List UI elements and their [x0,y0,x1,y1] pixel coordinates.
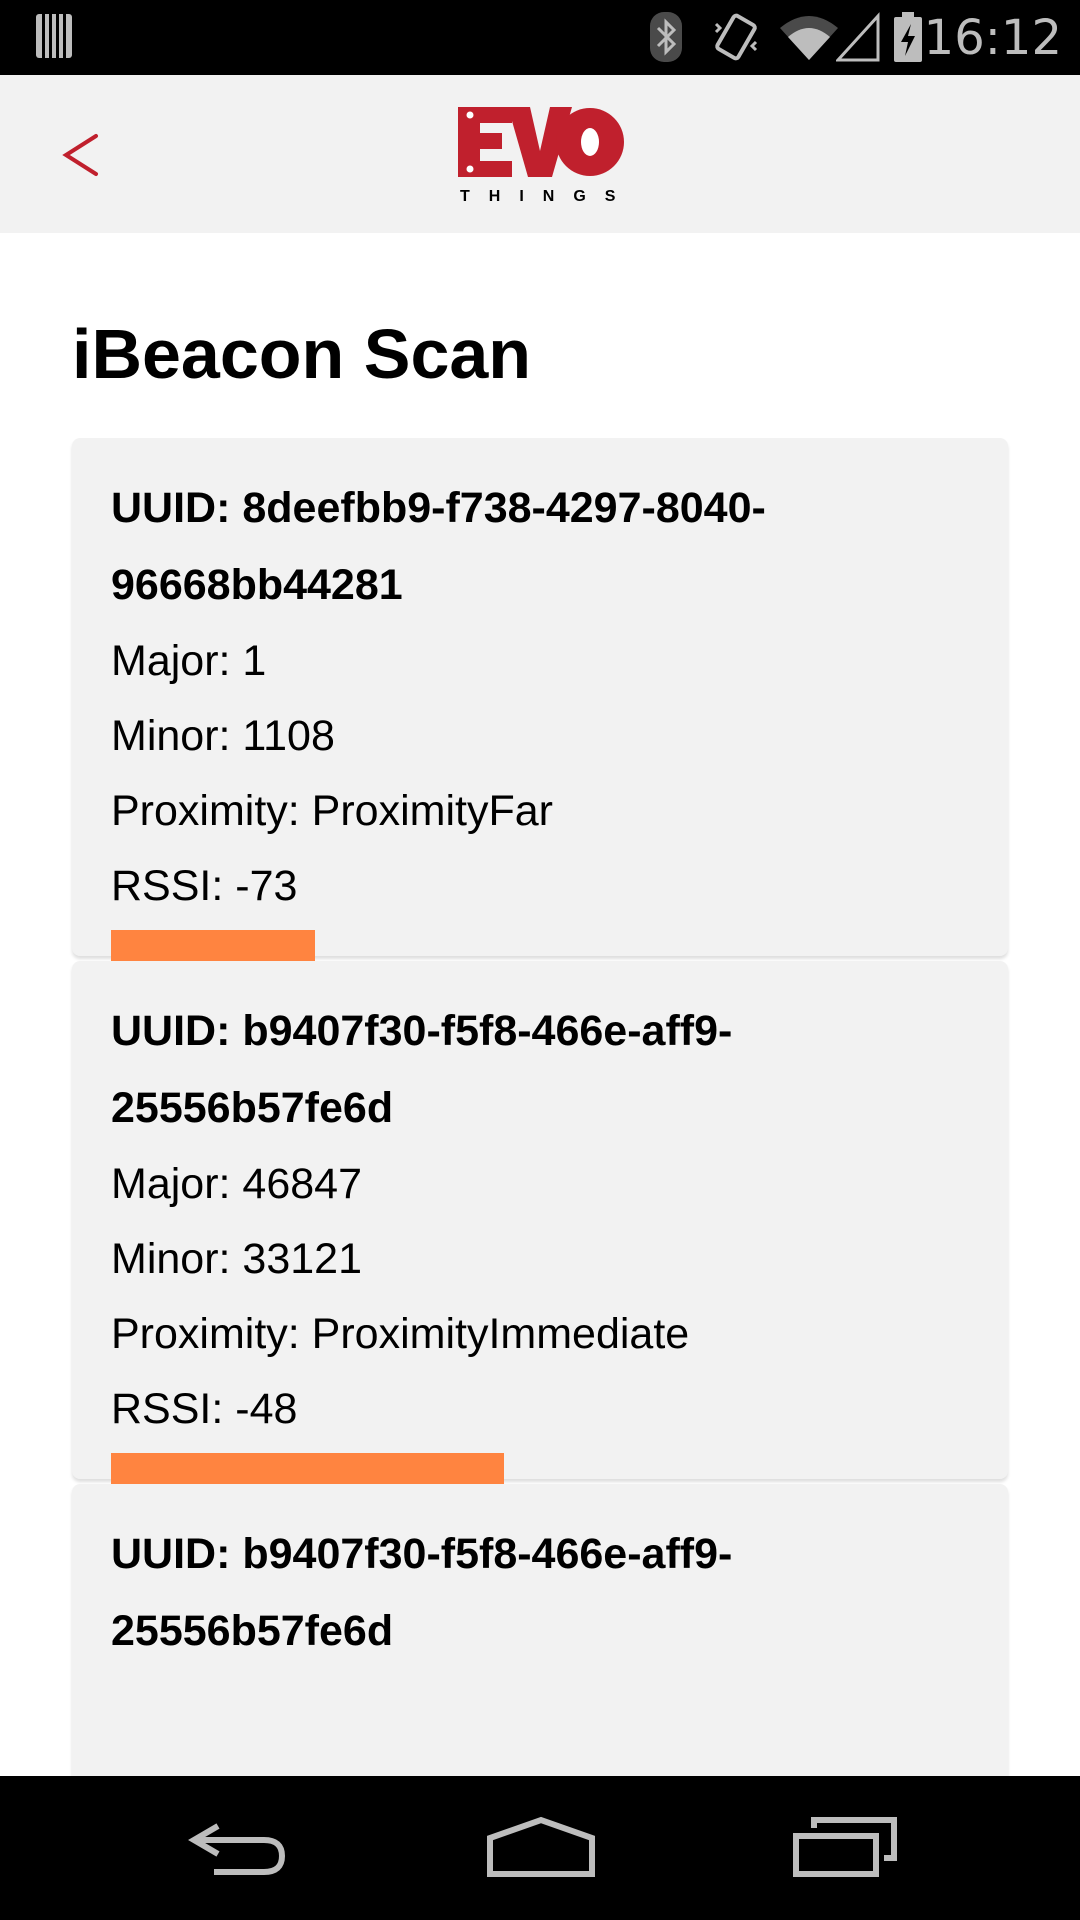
cell-signal-icon [836,12,880,62]
beacon-uuid: UUID: b9407f30-f5f8-466e-aff9-25556b57fe… [111,1007,733,1132]
beacon-rssi: RSSI: -73 [111,862,298,910]
beacon-uuid: UUID: b9407f30-f5f8-466e-aff9-25556b57fe… [111,1530,733,1655]
beacon-card[interactable]: UUID: b9407f30-f5f8-466e-aff9-25556b57fe… [72,1484,1008,1776]
page-title: iBeacon Scan [72,315,532,393]
nav-bar [0,1776,1080,1920]
storage-icon [36,14,72,58]
evo-things-logo: THINGS [458,107,626,205]
beacon-minor: Minor: 1108 [111,712,335,760]
chevron-left-icon [62,134,98,176]
back-nav-icon[interactable] [184,1806,294,1890]
beacon-minor: Minor: 33121 [111,1235,362,1283]
beacon-card[interactable]: UUID: b9407f30-f5f8-466e-aff9-25556b57fe… [72,961,1008,1512]
beacon-card[interactable]: UUID: 8deefbb9-f738-4297-8040-96668bb442… [72,438,1008,989]
recents-nav-icon[interactable] [790,1806,900,1890]
beacon-proximity: Proximity: ProximityFar [111,787,553,835]
battery-charging-icon [894,12,922,62]
home-nav-icon[interactable] [486,1806,596,1890]
wifi-icon [780,16,838,60]
vibrate-icon [714,13,758,61]
status-time: 16:12 [923,10,1062,66]
svg-text:THINGS: THINGS [460,188,626,205]
back-button[interactable] [50,120,120,190]
app-header: THINGS [0,75,1080,233]
beacon-major: Major: 1 [111,637,267,685]
beacon-rssi: RSSI: -48 [111,1385,298,1433]
content[interactable]: iBeacon Scan UUID: 8deefbb9-f738-4297-80… [0,233,1080,1776]
beacon-major: Major: 46847 [111,1160,362,1208]
beacon-proximity: Proximity: ProximityImmediate [111,1310,690,1358]
beacon-uuid: UUID: 8deefbb9-f738-4297-8040-96668bb442… [111,484,766,609]
status-bar: 16:12 [0,0,1080,75]
beacon-list: UUID: 8deefbb9-f738-4297-8040-96668bb442… [72,438,1008,1776]
bluetooth-icon [650,12,682,62]
